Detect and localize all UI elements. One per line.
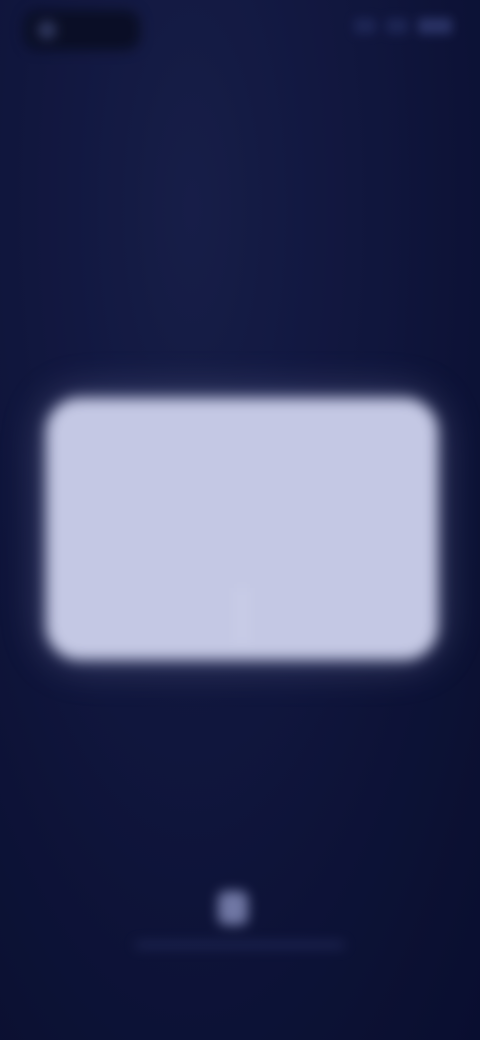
logo-icon	[218, 891, 248, 925]
brand-underline	[135, 942, 345, 948]
dialog-primary-button[interactable]	[243, 580, 438, 660]
dialog-secondary-button[interactable]	[46, 580, 241, 660]
alert-dialog	[46, 398, 438, 660]
dialog-actions	[46, 580, 438, 660]
brand-footer	[130, 880, 350, 960]
